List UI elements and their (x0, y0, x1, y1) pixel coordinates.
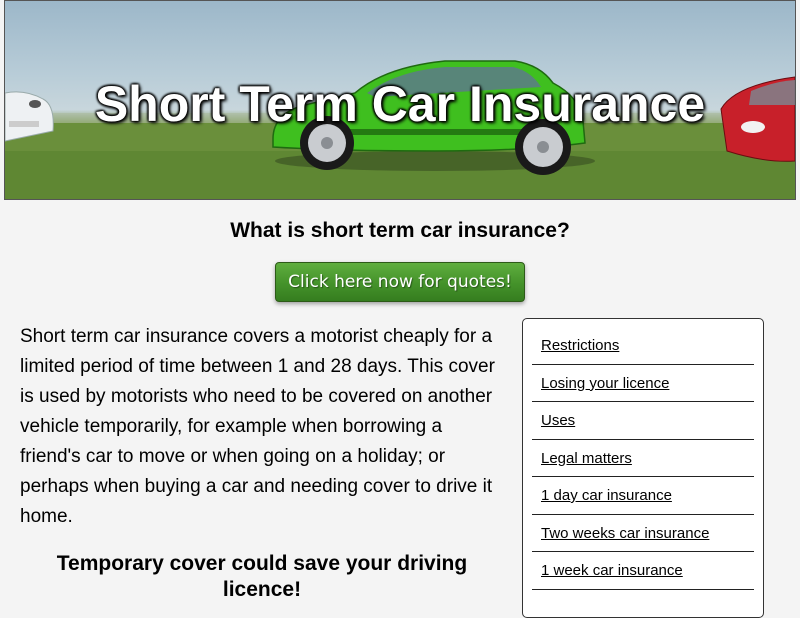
sidebar-item-legal-matters: Legal matters (532, 440, 754, 477)
sidebar-link-list: Restrictions Losing your licence Uses Le… (532, 327, 754, 590)
sidebar-item-restrictions: Restrictions (532, 327, 754, 365)
sidebar-item-1-day: 1 day car insurance (532, 477, 754, 515)
sidebar-link-restrictions[interactable]: Restrictions (541, 337, 619, 354)
sidebar-link-uses[interactable]: Uses (541, 412, 575, 429)
licence-subheading: Temporary cover could save your driving … (56, 552, 468, 601)
site-title: Short Term Car Insurance (94, 76, 706, 132)
section-question-heading: What is short term car insurance? (230, 219, 570, 242)
sidebar-link-legal-matters[interactable]: Legal matters (541, 450, 632, 467)
sidebar-link-losing-licence[interactable]: Losing your licence (541, 375, 669, 392)
sidebar-item-two-weeks: Two weeks car insurance (532, 515, 754, 552)
sidebar-link-1-week[interactable]: 1 week car insurance (541, 562, 683, 579)
header-banner: Short Term Car Insurance (4, 0, 796, 200)
intro-paragraph: Short term car insurance covers a motori… (20, 326, 495, 527)
sidebar-nav: Restrictions Losing your licence Uses Le… (522, 318, 764, 618)
sidebar-link-two-weeks[interactable]: Two weeks car insurance (541, 525, 709, 542)
sidebar-item-1-week: 1 week car insurance (532, 552, 754, 590)
get-quotes-button[interactable]: Click here now for quotes! (275, 262, 525, 302)
sidebar-item-losing-licence: Losing your licence (532, 365, 754, 402)
sidebar-link-1-day[interactable]: 1 day car insurance (541, 487, 672, 504)
sidebar-item-uses: Uses (532, 402, 754, 440)
